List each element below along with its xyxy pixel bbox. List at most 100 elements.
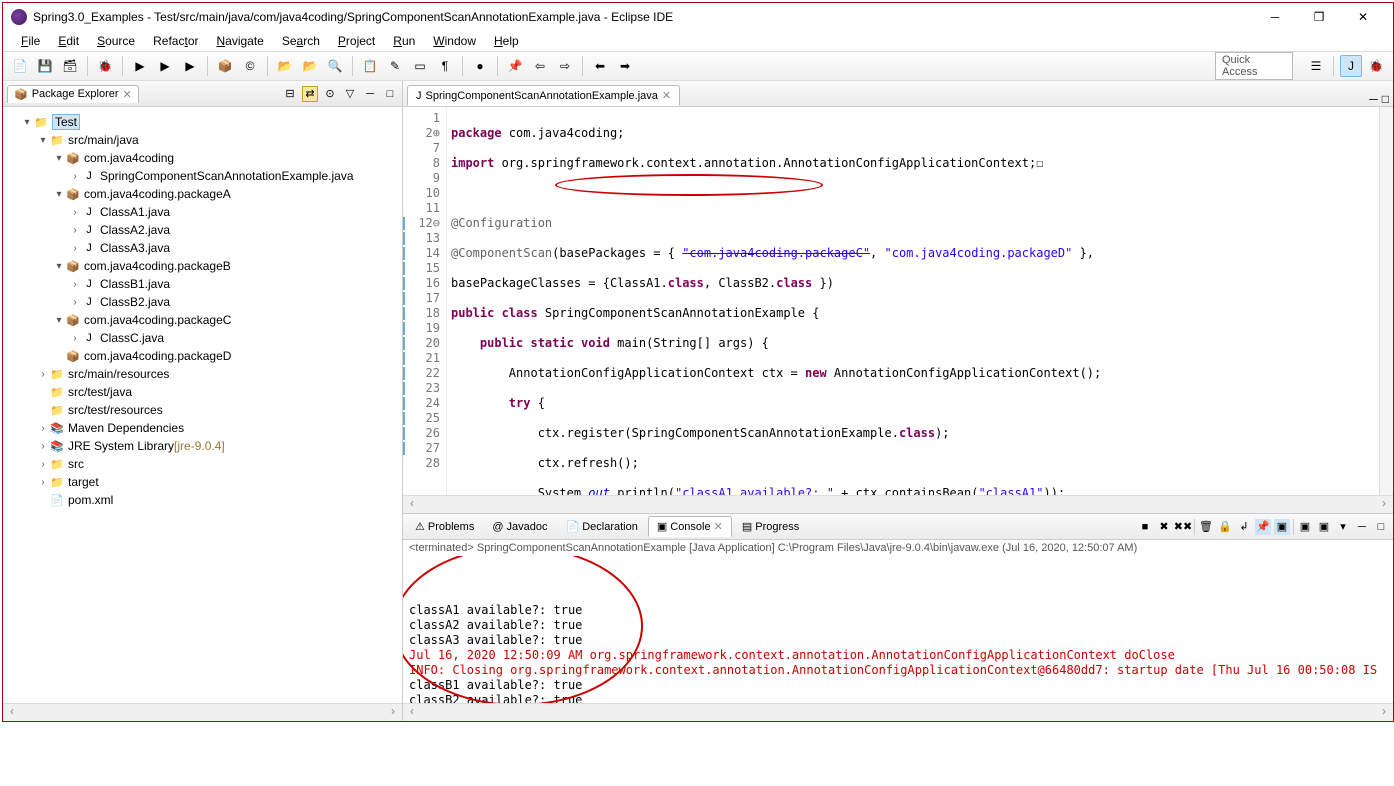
maximize-panel-icon[interactable]: □ <box>1373 519 1389 535</box>
tree-pkgC[interactable]: com.java4coding.packageC <box>84 313 231 327</box>
minimize-editor-icon[interactable]: ─ <box>1369 92 1378 106</box>
toggle-mark-button[interactable]: ✎ <box>384 55 406 77</box>
new-button[interactable]: 📄 <box>9 55 31 77</box>
tree-classC[interactable]: ClassC.java <box>100 331 164 345</box>
save-button[interactable]: 💾 <box>34 55 56 77</box>
nav-forward-button[interactable]: ➡ <box>614 55 636 77</box>
maximize-view-icon[interactable]: □ <box>382 86 398 102</box>
run-button[interactable]: ▶ <box>129 55 151 77</box>
menu-file[interactable]: File <box>13 32 48 50</box>
tree-src-main-res[interactable]: src/main/resources <box>68 367 169 381</box>
run-last-button[interactable]: ▶ <box>179 55 201 77</box>
minimize-view-icon[interactable]: ─ <box>362 86 378 102</box>
display-console-icon[interactable]: ▣ <box>1274 519 1290 535</box>
console-menu-icon[interactable]: ▾ <box>1335 519 1351 535</box>
menu-source[interactable]: Source <box>89 32 143 50</box>
remove-all-icon[interactable]: ✖✖ <box>1175 519 1191 535</box>
console-tab[interactable]: ▣Console ✕ <box>648 516 732 537</box>
menu-window[interactable]: Window <box>425 32 484 50</box>
project-tree[interactable]: ▾📁Test ▾📁src/main/java ▾📦com.java4coding… <box>3 107 402 703</box>
tree-src-main-java[interactable]: src/main/java <box>68 133 139 147</box>
link-editor-icon[interactable]: ⇄ <box>302 86 318 102</box>
tree-maven-deps[interactable]: Maven Dependencies <box>68 421 184 435</box>
menu-search[interactable]: Search <box>274 32 328 50</box>
word-wrap-icon[interactable]: ↲ <box>1236 519 1252 535</box>
maximize-button[interactable]: ❐ <box>1297 3 1341 31</box>
tree-classA3[interactable]: ClassA3.java <box>100 241 170 255</box>
sidebar-scrollbar[interactable]: ‹› <box>3 703 402 721</box>
open-console-icon[interactable]: ▣ <box>1297 519 1313 535</box>
overview-ruler[interactable] <box>1379 107 1393 495</box>
search-button[interactable]: 🔍 <box>324 55 346 77</box>
annotation-button[interactable]: ● <box>469 55 491 77</box>
tree-pkg-root[interactable]: com.java4coding <box>84 151 174 165</box>
toggle-breadcrumb-button[interactable]: 📋 <box>359 55 381 77</box>
menu-refactor[interactable]: Refactor <box>145 32 206 50</box>
console-scrollbar[interactable]: ‹› <box>403 703 1393 721</box>
problems-tab[interactable]: ⚠Problems <box>407 517 482 536</box>
new-class-button[interactable]: © <box>239 55 261 77</box>
tree-classB1[interactable]: ClassB1.java <box>100 277 170 291</box>
java-perspective-button[interactable]: J <box>1340 55 1362 77</box>
close-icon[interactable]: ✕ <box>123 88 132 101</box>
code-content[interactable]: package com.java4coding; import org.spri… <box>447 107 1379 495</box>
view-menu-icon[interactable]: ▽ <box>342 86 358 102</box>
new-package-button[interactable]: 📦 <box>214 55 236 77</box>
scroll-lock-icon[interactable]: 🔒 <box>1217 519 1233 535</box>
close-button[interactable]: ✕ <box>1341 3 1385 31</box>
declaration-tab[interactable]: 📄Declaration <box>558 517 646 536</box>
coverage-button[interactable]: ▶ <box>154 55 176 77</box>
code-editor[interactable]: 1 2⊕ 7 8 9 10 11 12⊖ 13 14 15 16 17 18 1… <box>403 107 1393 495</box>
progress-tab[interactable]: ▤Progress <box>734 517 807 536</box>
tree-jre[interactable]: JRE System Library <box>68 439 174 453</box>
minimize-button[interactable]: ─ <box>1253 3 1297 31</box>
tree-src-test-res[interactable]: src/test/resources <box>68 403 163 417</box>
nav-back-button[interactable]: ⬅ <box>589 55 611 77</box>
tree-target[interactable]: target <box>68 475 99 489</box>
debug-button[interactable]: 🐞 <box>94 55 116 77</box>
collapse-all-icon[interactable]: ⊟ <box>282 86 298 102</box>
debug-perspective-button[interactable]: 🐞 <box>1365 55 1387 77</box>
focus-icon[interactable]: ⊙ <box>322 86 338 102</box>
open-type-button[interactable]: 📂 <box>274 55 296 77</box>
tree-src[interactable]: src <box>68 457 84 471</box>
menu-project[interactable]: Project <box>330 32 383 50</box>
package-explorer-tab[interactable]: 📦 Package Explorer ✕ <box>7 85 139 103</box>
back-button[interactable]: ⇦ <box>529 55 551 77</box>
open-task-button[interactable]: 📂 <box>299 55 321 77</box>
tree-classB2[interactable]: ClassB2.java <box>100 295 170 309</box>
terminate-icon[interactable]: ■ <box>1137 519 1153 535</box>
menu-edit[interactable]: Edit <box>50 32 87 50</box>
tree-classA1[interactable]: ClassA1.java <box>100 205 170 219</box>
javadoc-tab[interactable]: @Javadoc <box>484 518 555 536</box>
menu-help[interactable]: Help <box>486 32 527 50</box>
close-tab-icon[interactable]: ✕ <box>662 89 671 102</box>
show-whitespace-button[interactable]: ¶ <box>434 55 456 77</box>
save-all-button[interactable]: 🗃 <box>59 55 81 77</box>
pin-button[interactable]: 📌 <box>504 55 526 77</box>
tree-pkgD[interactable]: com.java4coding.packageD <box>84 349 231 363</box>
tree-pkgB[interactable]: com.java4coding.packageB <box>84 259 231 273</box>
editor-tab[interactable]: J SpringComponentScanAnnotationExample.j… <box>407 85 680 106</box>
clear-console-icon[interactable]: 🗑 <box>1198 519 1214 535</box>
menu-run[interactable]: Run <box>385 32 423 50</box>
tree-project[interactable]: Test <box>52 114 80 130</box>
new-console-icon[interactable]: ▣ <box>1316 519 1332 535</box>
maximize-editor-icon[interactable]: □ <box>1382 92 1389 106</box>
tree-pkgA[interactable]: com.java4coding.packageA <box>84 187 231 201</box>
minimize-panel-icon[interactable]: ─ <box>1354 519 1370 535</box>
menu-navigate[interactable]: Navigate <box>208 32 271 50</box>
quick-access-input[interactable]: Quick Access <box>1215 52 1293 80</box>
forward-button[interactable]: ⇨ <box>554 55 576 77</box>
close-icon[interactable]: ✕ <box>714 520 723 533</box>
tree-example-java[interactable]: SpringComponentScanAnnotationExample.jav… <box>100 169 354 183</box>
remove-launch-icon[interactable]: ✖ <box>1156 519 1172 535</box>
editor-horizontal-scrollbar[interactable]: ‹› <box>403 495 1393 513</box>
toggle-block-button[interactable]: ▭ <box>409 55 431 77</box>
tree-src-test-java[interactable]: src/test/java <box>68 385 132 399</box>
tree-pom[interactable]: pom.xml <box>68 493 113 507</box>
pin-console-icon[interactable]: 📌 <box>1255 519 1271 535</box>
open-perspective-button[interactable]: ☰ <box>1305 55 1327 77</box>
console-output[interactable]: classA1 available?: trueclassA2 availabl… <box>403 556 1393 703</box>
tree-classA2[interactable]: ClassA2.java <box>100 223 170 237</box>
